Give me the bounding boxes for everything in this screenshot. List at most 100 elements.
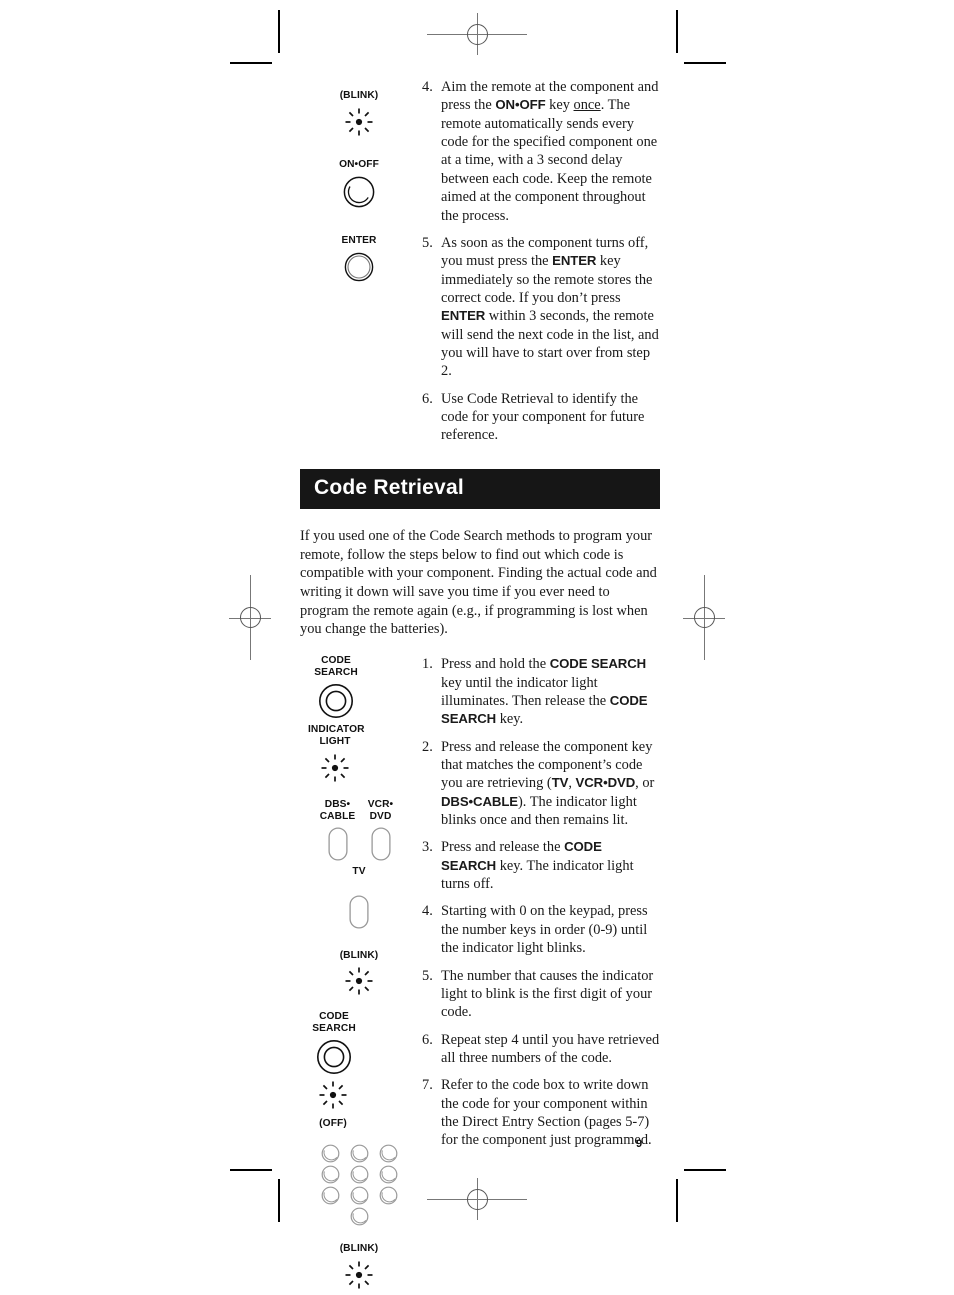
enter-illustration: ENTER: [300, 235, 418, 287]
step-number: 6.: [422, 1031, 433, 1048]
dbs-cable-key-group: DBS• CABLE: [318, 799, 357, 866]
code-search-key-icon-1[interactable]: [318, 683, 354, 719]
indicator-light-label: INDICATOR LIGHT: [308, 724, 365, 748]
crop-mark-top-right-horizontal: [684, 62, 726, 64]
step-text: Refer to the code box to write down the …: [441, 1077, 652, 1149]
tv-key-icon[interactable]: [349, 895, 369, 929]
code-search-label-1: CODE SEARCH: [314, 655, 358, 679]
section-title-bar: Code Retrieval: [300, 468, 660, 509]
retrieval-illustration-column: CODE SEARCH INDICATOR LIGHT DBS• CABLE V…: [300, 655, 418, 1294]
crop-mark-bottom-right-vertical: [676, 1179, 678, 1222]
code-search-key-group-2: CODE SEARCH: [306, 1011, 362, 1080]
code-retrieval-steps-list: 1. Press and hold the CODE SEARCH key unt…: [422, 655, 660, 1150]
component-keys-row: DBS• CABLE VCR• DVD TV: [300, 799, 418, 934]
round-key-ring-icon[interactable]: [344, 252, 374, 282]
step-number: 4.: [422, 79, 433, 95]
emphasis-text: once: [573, 97, 601, 114]
page-title: Code Retrieval: [314, 475, 464, 499]
indicator-light-group: INDICATOR LIGHT: [308, 724, 365, 788]
code-search-label-2: CODE SEARCH: [312, 1011, 356, 1035]
number-key-3[interactable]: [379, 1144, 398, 1163]
step-text: . The remote automatically sends every c…: [441, 97, 658, 224]
indicator-light-icon: [320, 753, 350, 783]
step-item: 6. Repeat step 4 until you have retrieved…: [422, 1031, 660, 1068]
off-label: (OFF): [319, 1118, 347, 1130]
blink-icon-bottom: [344, 1260, 374, 1290]
dbs-cable-key-icon[interactable]: [327, 827, 348, 861]
code-retrieval-block: CODE SEARCH INDICATOR LIGHT DBS• CABLE V…: [300, 655, 660, 1289]
number-key-8[interactable]: [350, 1186, 369, 1205]
keypad-grid: [318, 1144, 401, 1228]
step-text: key.: [496, 711, 524, 728]
step-text: key until the indicator light illuminate…: [441, 674, 610, 709]
number-key-5[interactable]: [350, 1165, 369, 1184]
blink-illustration-bottom: (BLINK): [300, 1243, 418, 1294]
blink-icon: [344, 107, 374, 137]
step-number: 4.: [422, 903, 433, 920]
on-off-illustration: ON•OFF: [300, 159, 418, 213]
step-item: 5. As soon as the component turns off, yo…: [422, 234, 660, 381]
step-item: 5. The number that causes the indicator l…: [422, 967, 660, 1022]
number-keypad: [300, 1144, 418, 1231]
key-name: ON•OFF: [495, 97, 546, 113]
step-item: 3. Press and release the CODE SEARCH key.…: [422, 838, 660, 893]
blink-label-middle: (BLINK): [339, 950, 379, 962]
key-name: CODE SEARCH: [549, 656, 647, 672]
keypad-row-3: [318, 1186, 401, 1207]
number-key-6[interactable]: [379, 1165, 398, 1184]
vcr-dvd-key-group: VCR• DVD: [361, 799, 400, 866]
enter-label: ENTER: [341, 235, 377, 247]
top-illustration-column: (BLINK) ON•OFF ENTER: [300, 78, 418, 287]
number-key-7[interactable]: [321, 1186, 340, 1205]
crop-mark-top-left-vertical: [278, 10, 280, 53]
blink-icon-middle: [344, 966, 374, 996]
number-key-0[interactable]: [350, 1207, 369, 1226]
step-item: 7. Refer to the code box to write down th…: [422, 1076, 660, 1149]
step-item: 4. Aim the remote at the component and pr…: [422, 78, 660, 225]
step-number: 1.: [422, 656, 433, 673]
registration-mark-left: [229, 575, 271, 660]
top-steps-column: 4. Aim the remote at the component and pr…: [422, 78, 660, 445]
on-off-label: ON•OFF: [339, 159, 379, 171]
step-item: 4. Starting with 0 on the keypad, press t…: [422, 902, 660, 957]
blink-illustration-top: (BLINK): [300, 90, 418, 142]
step-number: 3.: [422, 839, 433, 856]
step-number: 5.: [422, 967, 433, 984]
step-text: Use Code Retrieval to identify the code …: [441, 390, 645, 444]
step-text: key: [545, 97, 574, 114]
registration-mark-right: [683, 575, 725, 660]
code-search-key-group: CODE SEARCH: [308, 655, 364, 724]
step-number: 2.: [422, 738, 433, 755]
continued-steps-list: 4. Aim the remote at the component and pr…: [422, 78, 660, 445]
blink-label-top: (BLINK): [339, 90, 379, 101]
retrieval-steps-column: 1. Press and hold the CODE SEARCH key unt…: [422, 655, 660, 1150]
key-name: ENTER: [552, 253, 597, 269]
step-text: Press and hold the: [441, 656, 550, 673]
step-text: , or: [635, 775, 655, 792]
round-key-shadow-icon[interactable]: [343, 176, 375, 208]
number-key-1[interactable]: [321, 1144, 340, 1163]
keypad-row-2: [318, 1165, 401, 1186]
page-number: 9: [636, 1138, 643, 1150]
code-search-indicator-row: CODE SEARCH INDICATOR LIGHT: [300, 655, 418, 788]
code-search-key-icon-2[interactable]: [316, 1039, 352, 1075]
code-search-continued-block: (BLINK) ON•OFF ENTER 4. Aim the remote a…: [300, 78, 660, 445]
number-key-9[interactable]: [379, 1186, 398, 1205]
step-text: Press and release the: [441, 839, 565, 856]
vcr-dvd-key-icon[interactable]: [370, 827, 391, 861]
step-text: Repeat step 4 until you have retrieved a…: [441, 1031, 660, 1066]
dbs-cable-label: DBS• CABLE: [319, 799, 356, 823]
crop-mark-top-right-vertical: [676, 10, 678, 53]
crop-mark-bottom-left-vertical: [278, 1179, 280, 1222]
keypad-row-1: [318, 1144, 401, 1165]
vcr-dvd-label: VCR• DVD: [367, 799, 394, 823]
crop-mark-bottom-left-horizontal: [230, 1169, 272, 1171]
step-text: Starting with 0 on the keypad, press the…: [441, 903, 648, 957]
number-key-4[interactable]: [321, 1165, 340, 1184]
step-text: The number that causes the indicator lig…: [441, 967, 654, 1021]
registration-mark-top: [427, 13, 527, 55]
number-key-2[interactable]: [350, 1144, 369, 1163]
step-number: 5.: [422, 234, 433, 251]
step-number: 6.: [422, 390, 433, 407]
registration-mark-bottom: [427, 1178, 527, 1220]
